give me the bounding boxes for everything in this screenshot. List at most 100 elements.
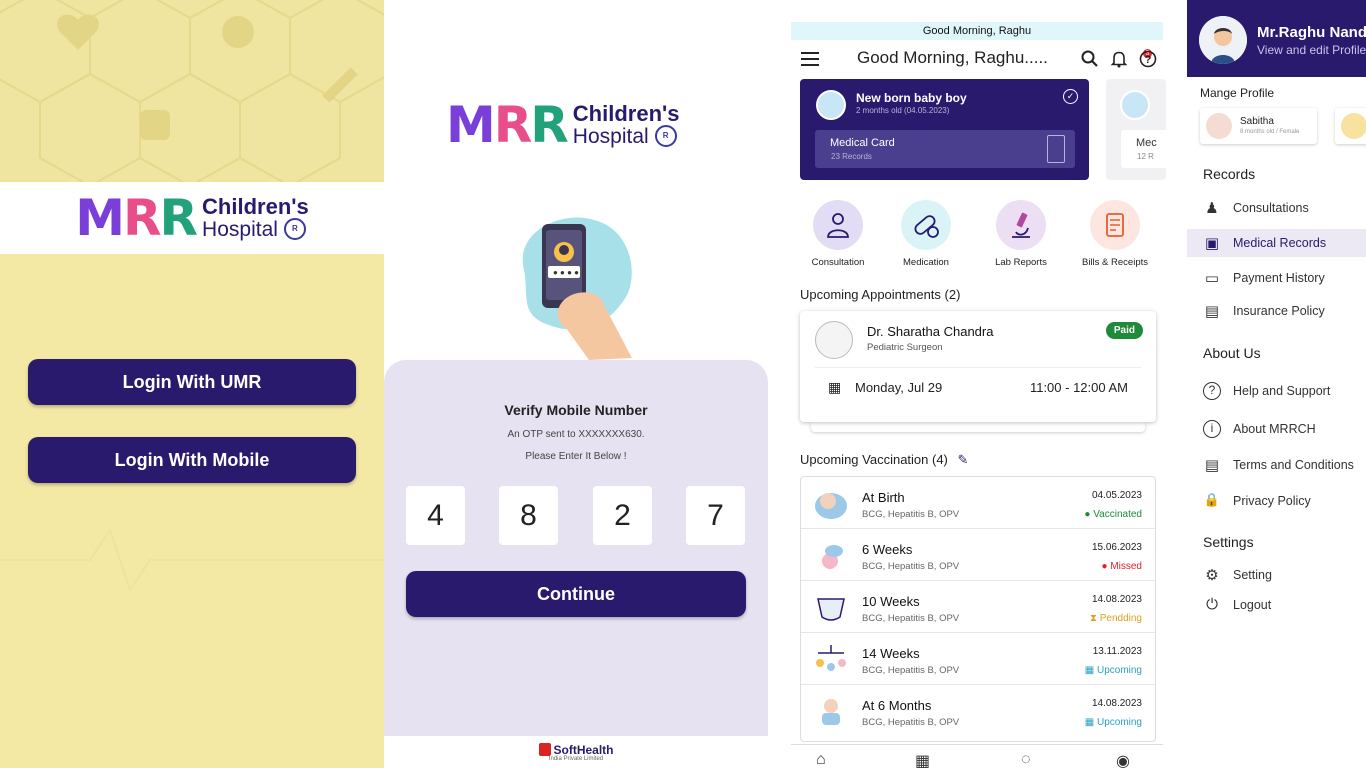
logo-line2: Hospital	[572, 124, 649, 148]
vaccination-name: At 6 Months	[862, 698, 932, 713]
bell-icon[interactable]	[1110, 50, 1128, 68]
otp-digit-1[interactable]: 4	[406, 486, 465, 545]
help-icon[interactable]: ?	[1139, 50, 1157, 68]
help-icon: ?	[1203, 382, 1221, 400]
list-item[interactable]: At Birth BCG, Hepatitis B, OPV 04.05.202…	[801, 477, 1155, 529]
manage-profile-heading: Mange Profile	[1200, 86, 1275, 100]
category-consultation[interactable]: Consultation	[798, 200, 878, 268]
child-card[interactable]: New born baby boy 2 months old (04.05.20…	[800, 79, 1089, 180]
vaccination-list-text: BCG, Hepatitis B, OPV	[862, 613, 960, 624]
status-badge: Paid	[1105, 322, 1143, 339]
doctor-specialty: Pediatric Surgeon	[867, 342, 943, 353]
vaccination-heading-text: Upcoming Vaccination (4)	[800, 452, 948, 467]
medical-card-label: Medical Card	[830, 137, 895, 149]
menu-item-label: Consultations	[1233, 201, 1309, 215]
calendar-icon[interactable]: ▦	[915, 751, 930, 768]
menu-item-insurance-policy[interactable]: ▤ Insurance Policy	[1187, 297, 1366, 325]
header-title: Good Morning, Raghu.....	[857, 48, 1048, 67]
check-circle-icon: ✓	[1063, 89, 1078, 104]
otp-digit-2[interactable]: 8	[499, 486, 558, 545]
mobile-toy-icon	[816, 645, 846, 671]
profile-card-2[interactable]	[1335, 108, 1366, 144]
status-icon: ▦	[1084, 665, 1095, 676]
medical-card-records: 23 Records	[831, 152, 872, 161]
login-mobile-button[interactable]: Login With Mobile	[28, 437, 356, 483]
list-item[interactable]: 6 Weeks BCG, Hepatitis B, OPV 15.06.2023…	[801, 529, 1155, 581]
profile-icon[interactable]: ◉	[1116, 751, 1130, 768]
menu-item-help-support[interactable]: ? Help and Support	[1187, 377, 1366, 405]
category-label: Lab Reports	[995, 257, 1047, 268]
user-name: Mr.Raghu Nand	[1257, 24, 1366, 41]
drawer-header[interactable]: Mr.Raghu Nand View and edit Profile	[1187, 0, 1366, 77]
list-item[interactable]: 10 Weeks BCG, Hepatitis B, OPV 14.08.202…	[801, 581, 1155, 633]
child-avatar	[1341, 113, 1366, 139]
records-heading: Records	[1203, 166, 1256, 182]
baby-avatar	[816, 90, 846, 120]
power-icon: ⏻	[1206, 596, 1218, 613]
menu-item-medical-records[interactable]: ▣ Medical Records	[1187, 229, 1366, 257]
baby-avatar	[1120, 90, 1150, 120]
menu-item-terms[interactable]: ▤ Terms and Conditions	[1187, 451, 1366, 479]
vaccination-status: ⧗ Pendding	[1090, 613, 1142, 624]
status-text: Vaccinated	[1093, 509, 1142, 520]
otp-title: Verify Mobile Number	[504, 402, 648, 418]
vaccination-date: 15.06.2023	[1091, 542, 1142, 553]
appointment-card[interactable]: Dr. Sharatha Chandra Pediatric Surgeon P…	[800, 311, 1156, 422]
list-item[interactable]: At 6 Months BCG, Hepatitis B, OPV 14.08.…	[801, 685, 1155, 737]
category-medication[interactable]: Medication	[886, 200, 966, 268]
child-card-2[interactable]: Mec 12 R	[1106, 79, 1171, 180]
medical-card-button[interactable]: Medical Card 23 Records	[815, 130, 1075, 168]
menu-item-payment-history[interactable]: ▭ Payment History	[1187, 264, 1366, 292]
svg-text:● ● ● ●: ● ● ● ●	[553, 268, 579, 277]
greeting-banner: Good Morning, Raghu	[791, 22, 1163, 40]
medical-card-button[interactable]: Mec 12 R	[1121, 130, 1171, 168]
continue-button[interactable]: Continue	[406, 571, 746, 617]
status-text: Pendding	[1099, 613, 1142, 624]
menu-item-label: About MRRCH	[1233, 422, 1316, 436]
view-edit-profile-link[interactable]: View and edit Profile	[1257, 43, 1366, 57]
menu-item-logout[interactable]: ⏻ Logout	[1187, 591, 1366, 619]
otp-digit-3[interactable]: 2	[593, 486, 652, 545]
category-bills-receipts[interactable]: Bills & Receipts	[1075, 200, 1155, 268]
menu-icon[interactable]	[801, 52, 819, 66]
vaccination-status: ▦ Upcoming	[1085, 717, 1142, 728]
menu-item-consultations[interactable]: ♟ Consultations	[1187, 194, 1366, 222]
home-icon[interactable]: ⌂	[816, 751, 826, 768]
category-lab-reports[interactable]: Lab Reports	[981, 200, 1061, 268]
logo-letter-r2: R	[159, 189, 198, 247]
toddler-icon	[822, 699, 840, 725]
appointment-date: Monday, Jul 29	[855, 380, 943, 395]
gear-icon: ⚙	[1205, 567, 1219, 584]
doctor-icon	[813, 200, 863, 250]
category-label: Bills & Receipts	[1082, 257, 1148, 268]
logo-line1: Children's	[202, 194, 309, 219]
search-icon[interactable]	[1081, 50, 1099, 68]
otp-instruction: Please Enter It Below !	[525, 451, 627, 462]
chat-icon[interactable]: ◌	[1021, 751, 1031, 768]
menu-item-label: Medical Records	[1233, 236, 1327, 250]
status-text: Upcoming	[1096, 665, 1142, 676]
vaccination-status: ● Missed	[1101, 561, 1142, 572]
vaccination-list-text: BCG, Hepatitis B, OPV	[862, 717, 960, 728]
profile-name: Sabitha	[1240, 116, 1274, 127]
doctor-avatar	[815, 321, 853, 359]
info-icon: i	[1203, 420, 1221, 438]
list-item[interactable]: 14 Weeks BCG, Hepatitis B, OPV 13.11.202…	[801, 633, 1155, 685]
vaccination-name: 10 Weeks	[862, 594, 920, 609]
login-screen: MRR Children's Hospital R Login With UMR…	[0, 0, 384, 768]
logo-letter-r2: R	[530, 96, 568, 154]
otp-digit-4[interactable]: 7	[686, 486, 745, 545]
profile-card-sabitha[interactable]: Sabitha 8 months old / Female	[1200, 108, 1317, 144]
heartbeat-line-decoration	[0, 527, 384, 593]
wallet-icon: ▭	[1204, 270, 1220, 287]
menu-item-about-mrrch[interactable]: i About MRRCH	[1187, 415, 1366, 443]
vaccination-heading: Upcoming Vaccination (4) ✎	[800, 452, 968, 468]
vaccination-status: ● Vaccinated	[1084, 509, 1142, 520]
menu-item-setting[interactable]: ⚙ Setting	[1187, 561, 1366, 589]
medical-records-icon: ▣	[1204, 235, 1220, 252]
menu-item-privacy-policy[interactable]: 🔒 Privacy Policy	[1187, 487, 1366, 515]
calendar-icon: ▦	[828, 379, 842, 395]
edit-pencil-icon[interactable]: ✎	[958, 452, 969, 467]
login-umr-button[interactable]: Login With UMR	[28, 359, 356, 405]
doctor-name: Dr. Sharatha Chandra	[867, 324, 994, 339]
